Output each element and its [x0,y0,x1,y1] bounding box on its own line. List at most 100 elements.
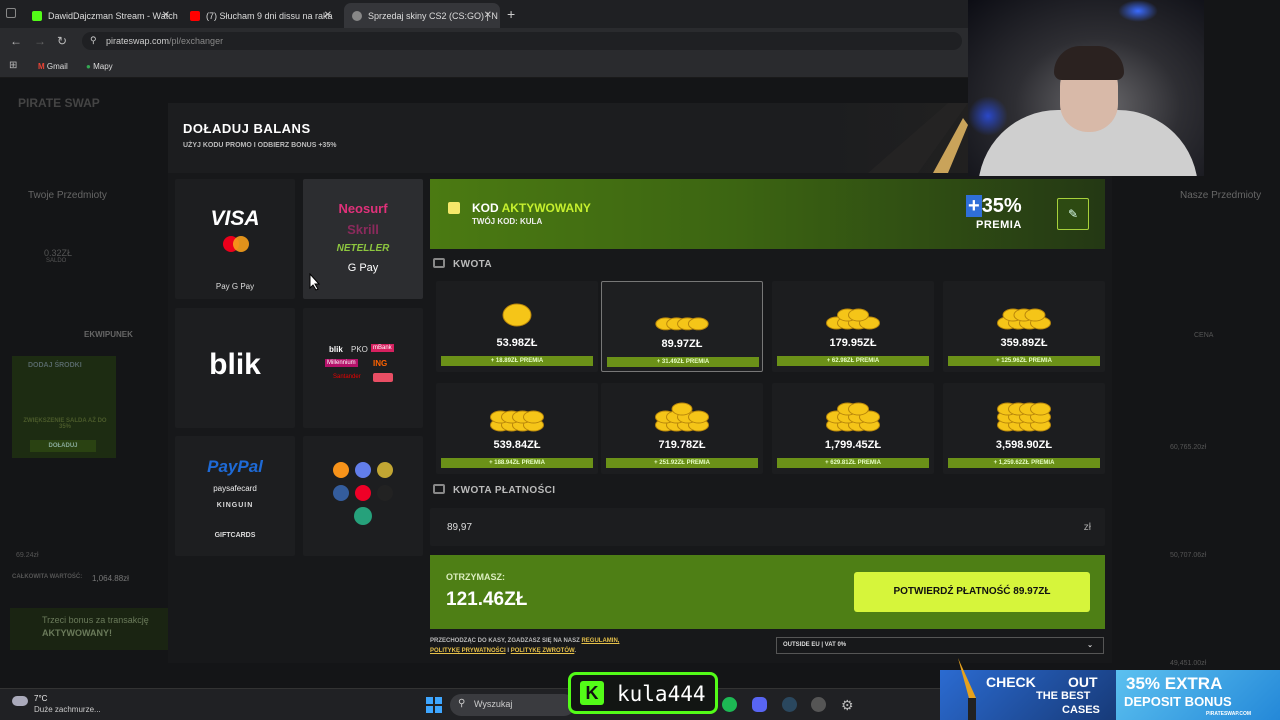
url-host: pirateswap.com [106,36,170,46]
payment-amount-input[interactable]: 89,97 zł [430,508,1105,546]
bonus-banner-line2: AKTYWOWANY! [42,628,112,638]
windows-start-icon[interactable] [426,697,442,713]
add-funds-card[interactable]: DODAJ ŚRODKI ZWIĘKSZENIE SALDA AŻ DO 35%… [12,356,116,458]
promo-percent-value: 35% [981,195,1022,217]
amount-option[interactable]: 359.89ZŁ + 125.96ZŁ PREMIA [943,281,1105,372]
payment-method-crypto[interactable] [303,436,423,556]
sort-price[interactable]: CENA [1194,332,1213,339]
site-logo: PIRATE SWAP [18,96,100,110]
tab-pirateswap[interactable]: Sprzedaj skiny CS2 (CS:GO) | N ✕ [344,3,500,28]
legal-end: . [574,648,577,654]
site-background-right [1204,0,1280,176]
amount-section-icon [433,258,445,268]
inventory-tab[interactable]: EKWIPUNEK [84,330,133,339]
promo-title-b: AKTYWOWANY [501,201,591,215]
tab-kick-stream[interactable]: DawidDajczman Stream - Watch ✕ [24,3,178,28]
weather-icon[interactable] [12,696,28,706]
payment-method-banks[interactable]: blik PKO mBank Millennium ING Santander [303,308,423,428]
payment-method-blik[interactable]: blik [175,308,295,428]
promo-code: TWÓJ KOD: KULA [472,217,543,226]
terms-link[interactable]: REGULAMIN, [581,638,619,644]
amount-bonus-badge: + 1,259.62ZŁ PREMIA [948,458,1100,468]
amount-bonus-badge: + 125.96ZŁ PREMIA [948,356,1100,366]
mbank-logo: mBank [371,344,394,352]
amount-option[interactable]: 179.95ZŁ + 62.98ZŁ PREMIA [772,281,934,372]
tab-youtube[interactable]: (7) Słucham 9 dni dissu na raka ✕ [182,3,340,28]
close-icon[interactable]: ✕ [324,10,332,21]
privacy-link[interactable]: POLITYKĘ PRYWATNOŚCI [430,648,506,654]
forward-icon[interactable]: → [34,34,46,48]
promo-percent: +35% [966,195,1022,218]
payment-method-ewallet[interactable]: Neosurf Skrill NETELLER G Pay [303,179,423,299]
coin-stack-icon [997,308,1051,330]
close-icon[interactable]: ✕ [484,10,492,21]
item-price: 60,765.20zł [1170,444,1207,451]
apps-grid-icon[interactable]: ⊞ [9,60,17,71]
amount-option[interactable]: 53.98ZŁ + 18.89ZŁ PREMIA [436,281,598,372]
bookmark-gmail[interactable]: M Gmail [38,62,68,71]
amount-option[interactable]: 89.97ZŁ + 31.49ZŁ PREMIA [601,281,763,372]
right-panel-title[interactable]: Nasze Przedmioty [1180,190,1261,201]
vat-region-select[interactable]: OUTSIDE EU | VAT 0% ⌄ [776,637,1104,654]
ad-extra: 35% EXTRA [1126,674,1223,693]
deposit-modal: DOŁADUJ BALANS UŻYJ KODU PROMO I ODBIERZ… [168,103,1112,663]
amount-price: 359.89ZŁ [1000,337,1048,349]
amount-bonus-badge: + 629.81ZŁ PREMIA [777,458,929,468]
receive-summary: OTRZYMASZ: 121.46ZŁ POTWIERDŹ PŁATNOŚĆ 8… [430,555,1105,629]
blik-small-logo: blik [329,345,343,354]
crypto-coins-icon [333,462,393,525]
amount-price: 539.84ZŁ [493,439,541,451]
refund-link[interactable]: POLITYKĘ ZWROTÓW [511,648,575,654]
spotify-icon[interactable] [722,697,737,712]
amount-price: 89.97ZŁ [661,338,703,350]
url-path: /pl/exchanger [169,36,224,46]
paysafecard-logo: paysafecard [213,484,257,493]
back-icon[interactable]: ← [10,34,22,48]
tab-menu-icon[interactable] [6,8,16,18]
kick-handle-overlay: K kula444 [568,672,718,714]
ing-logo: ING [373,359,388,368]
payment-method-giftcards[interactable]: PayPal paysafecard KINGUIN GIFTCARDS [175,436,295,556]
ad-cases: CASES [1062,704,1100,716]
amount-option[interactable]: 539.84ZŁ + 188.94ZŁ PREMIA [436,383,598,474]
payment-method-card[interactable]: VISA Pay G Pay [175,179,295,299]
webcam-overlay [968,0,1204,176]
add-funds-button[interactable]: DOŁADUJ [30,440,96,452]
reload-icon[interactable]: ↻ [57,34,67,48]
coin-stack-icon [502,303,532,327]
ad-banner-deposit[interactable]: 35% EXTRA DEPOSIT BONUS PIRATESWAP.COM [1116,670,1280,720]
knife-icon [958,658,976,720]
payment-amount-value: 89,97 [447,522,473,533]
app-icon[interactable] [811,697,826,712]
visa-logo: VISA [210,207,260,230]
ad-banner-cases[interactable]: CHECK OUT THE BEST CASES [940,658,1116,720]
left-panel-title[interactable]: Twoje Przedmioty [28,190,107,201]
ad-site: PIRATESWAP.COM [1206,711,1252,717]
bookmarks-bar: ⊞ M Gmail ● Mapy [0,54,968,78]
taskbar-search[interactable]: ⚲ Wyszukaj [450,694,575,716]
site-info-icon[interactable]: ⚲ [90,35,97,46]
steam-icon[interactable] [782,697,797,712]
total-label: CAŁKOWITA WARTOŚĆ: [12,574,83,580]
led-light [968,96,1008,136]
url-field[interactable]: ⚲ pirateswap.com/pl/exchanger [82,32,962,50]
new-tab-button[interactable]: + [507,6,515,22]
amount-option[interactable]: 3,598.90ZŁ + 1,259.62ZŁ PREMIA [943,383,1105,474]
discord-icon[interactable] [752,697,767,712]
coin-stack-icon [997,402,1051,432]
apple-google-pay: Pay G Pay [215,282,255,291]
add-funds-bonus: ZWIĘKSZENIE SALDA AŻ DO 35% [23,418,107,430]
amount-option[interactable]: 1,799.45ZŁ + 629.81ZŁ PREMIA [772,383,934,474]
add-funds-title: DODAJ ŚRODKI [28,362,82,369]
skrill-logo: Skrill [347,222,379,237]
weather-desc: Duże zachmurze... [34,705,101,714]
gift-icon [448,202,460,214]
confirm-payment-button[interactable]: POTWIERDŹ PŁATNOŚĆ 89.97ZŁ [854,572,1090,612]
promo-title-a: KOD [472,201,499,215]
edit-code-button[interactable]: ✎ [1057,198,1089,230]
bookmark-maps[interactable]: ● Mapy [86,62,113,71]
amount-option[interactable]: 719.78ZŁ + 251.92ZŁ PREMIA [601,383,763,474]
settings-icon[interactable]: ⚙ [841,697,854,714]
close-icon[interactable]: ✕ [162,10,170,21]
ad-check: CHECK [986,674,1036,690]
